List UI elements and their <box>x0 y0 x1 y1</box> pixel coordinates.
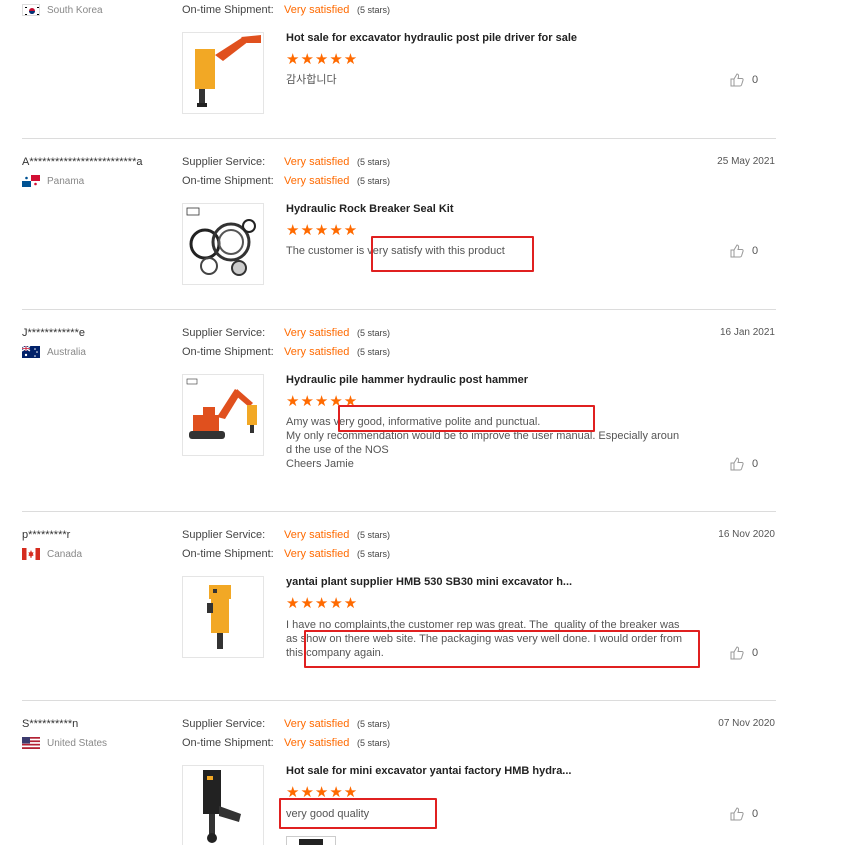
rating-row: On-time Shipment: Very satisfied (5 star… <box>182 737 390 749</box>
rating-label: Supplier Service: <box>182 156 266 168</box>
review-date: 16 Jan 2021 <box>719 327 775 338</box>
reviewer-name: A*************************a <box>22 156 143 168</box>
reviewer-country: Panama <box>22 175 84 187</box>
reviewer-name: S**********n <box>22 718 79 730</box>
rating-label: Supplier Service: <box>182 718 266 730</box>
review-divider <box>22 511 776 512</box>
rating-label: On-time Shipment: <box>182 175 274 187</box>
product-title[interactable]: yantai plant supplier HMB 530 SB30 mini … <box>286 576 572 588</box>
pile-driver-product-image[interactable] <box>182 32 264 114</box>
review-divider <box>22 700 776 701</box>
product-title[interactable]: Hydraulic pile hammer hydraulic post ham… <box>286 374 528 386</box>
rating-value: Very satisfied <box>284 737 350 749</box>
like-button[interactable]: 0 <box>730 457 758 471</box>
red-highlight-box <box>279 798 437 829</box>
rating-label: On-time Shipment: <box>182 548 274 560</box>
reviewer-country: United States <box>22 737 107 749</box>
rating-row: Supplier Service: Very satisfied (5 star… <box>182 718 390 730</box>
rating-value: Very satisfied <box>284 346 350 358</box>
panama-flag-icon <box>22 175 40 187</box>
like-count: 0 <box>752 74 759 86</box>
rating-value: Very satisfied <box>284 529 350 541</box>
country-name: Canada <box>47 548 83 560</box>
review-comment: 감사합니다 <box>286 74 337 86</box>
like-count: 0 <box>752 458 759 470</box>
rating-stars-text: (5 stars) <box>357 5 391 15</box>
rating-value: Very satisfied <box>284 4 350 16</box>
reviewer-name: p*********r <box>22 529 71 541</box>
thumbs-up-icon <box>730 646 744 660</box>
rating-value: Very satisfied <box>284 156 350 168</box>
rating-value: Very satisfied <box>284 175 350 187</box>
rating-stars-text: (5 stars) <box>357 530 391 540</box>
thumbs-up-icon <box>730 457 744 471</box>
reviewer-country: Canada <box>22 548 82 560</box>
rating-stars-text: (5 stars) <box>357 157 391 167</box>
like-button[interactable]: 0 <box>730 646 758 660</box>
rating-stars-text: (5 stars) <box>357 549 391 559</box>
red-highlight-box <box>304 630 700 668</box>
united-states-flag-icon <box>22 737 40 749</box>
red-highlight-box <box>338 405 595 432</box>
product-title[interactable]: Hydraulic Rock Breaker Seal Kit <box>286 203 454 215</box>
australia-flag-icon <box>22 346 40 358</box>
country-name: United States <box>47 737 108 749</box>
review-date: 07 Nov 2020 <box>718 718 775 729</box>
star-rating: ★★★★★ <box>286 595 359 612</box>
rating-stars-text: (5 stars) <box>357 328 391 338</box>
like-button[interactable]: 0 <box>730 73 758 87</box>
star-rating: ★★★★★ <box>286 51 359 68</box>
mini-breaker-product-image[interactable] <box>182 576 264 658</box>
like-count: 0 <box>752 245 759 257</box>
rating-label: On-time Shipment: <box>182 4 274 16</box>
thumbs-up-icon <box>730 244 744 258</box>
star-rating: ★★★★★ <box>286 222 359 239</box>
reviewer-country: Australia <box>22 346 86 358</box>
rating-stars-text: (5 stars) <box>357 176 391 186</box>
review-date: 16 Nov 2020 <box>718 529 775 540</box>
rating-row: Supplier Service: Very satisfied (5 star… <box>182 529 390 541</box>
product-title[interactable]: Hot sale for mini excavator yantai facto… <box>286 765 571 777</box>
country-name: Australia <box>47 346 86 358</box>
rating-row: On-time Shipment: Very satisfied (5 star… <box>182 346 390 358</box>
excavator-hammer-product-image[interactable] <box>182 374 264 456</box>
post-driver-product-image[interactable] <box>182 765 264 845</box>
rating-row: On-time Shipment: Very satisfied (5 star… <box>182 4 390 16</box>
rating-label: On-time Shipment: <box>182 737 274 749</box>
country-name: Panama <box>47 175 85 187</box>
reviewer-name: J************e <box>22 327 85 339</box>
like-count: 0 <box>752 808 759 820</box>
thumbs-up-icon <box>730 73 744 87</box>
rating-label: On-time Shipment: <box>182 346 274 358</box>
review-divider <box>22 309 776 310</box>
like-button[interactable]: 0 <box>730 807 758 821</box>
south-korea-flag-icon <box>22 4 40 16</box>
red-highlight-box <box>371 236 534 272</box>
like-count: 0 <box>752 647 759 659</box>
reviewer-country: South Korea <box>22 4 103 16</box>
rating-stars-text: (5 stars) <box>357 738 391 748</box>
like-button[interactable]: 0 <box>730 244 758 258</box>
rating-row: Supplier Service: Very satisfied (5 star… <box>182 156 390 168</box>
review-date: 25 May 2021 <box>717 156 775 167</box>
thumbs-up-icon <box>730 807 744 821</box>
rating-value: Very satisfied <box>284 327 350 339</box>
rating-label: Supplier Service: <box>182 327 266 339</box>
rating-stars-text: (5 stars) <box>357 719 391 729</box>
canada-flag-icon <box>22 548 40 560</box>
rating-value: Very satisfied <box>284 548 350 560</box>
rating-row: Supplier Service: Very satisfied (5 star… <box>182 327 390 339</box>
rating-stars-text: (5 stars) <box>357 347 391 357</box>
country-name: South Korea <box>47 4 103 16</box>
product-title[interactable]: Hot sale for excavator hydraulic post pi… <box>286 32 577 44</box>
rating-row: On-time Shipment: Very satisfied (5 star… <box>182 548 390 560</box>
rating-row: On-time Shipment: Very satisfied (5 star… <box>182 175 390 187</box>
seal-kit-product-image[interactable] <box>182 203 264 285</box>
rating-value: Very satisfied <box>284 718 350 730</box>
rating-label: Supplier Service: <box>182 529 266 541</box>
review-divider <box>22 138 776 139</box>
